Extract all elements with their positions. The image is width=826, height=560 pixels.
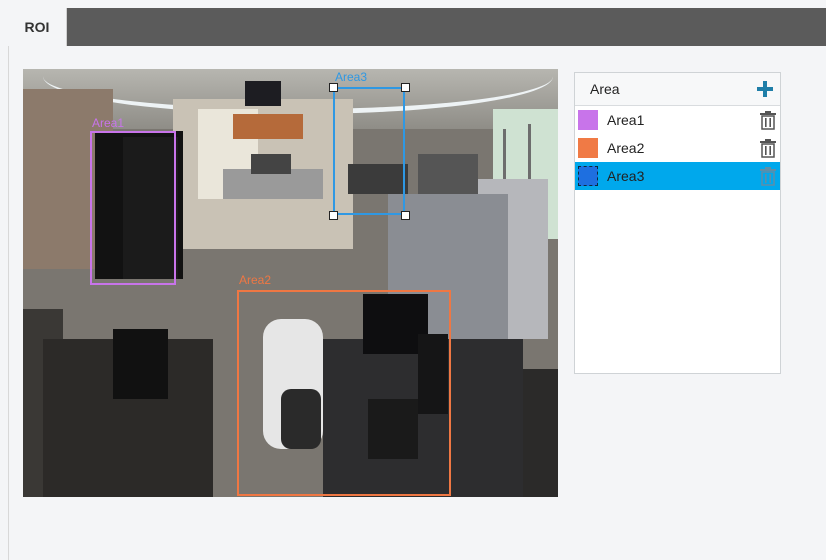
resize-handle-bottom-right[interactable] [401, 211, 410, 220]
content-border [8, 46, 9, 560]
area-list-panel: Area Area1 Area2 Area3 [574, 72, 781, 374]
plus-icon[interactable] [756, 80, 774, 98]
area-color-swatch [578, 166, 598, 186]
trash-icon[interactable] [759, 138, 777, 158]
roi-area1-label: Area1 [92, 116, 125, 130]
scene-monitor [113, 329, 168, 399]
scene-computer [251, 154, 291, 174]
roi-area3-label: Area3 [335, 70, 368, 84]
top-bar [8, 8, 826, 46]
area-list-item-label: Area2 [607, 140, 645, 156]
scene-desk [418, 154, 478, 194]
resize-handle-bottom-left[interactable] [329, 211, 338, 220]
roi-area2-box[interactable] [237, 290, 451, 496]
resize-handle-top-right[interactable] [401, 83, 410, 92]
roi-area1-box[interactable] [90, 131, 176, 285]
scene-monitor [245, 81, 281, 106]
roi-area3-box[interactable] [333, 87, 405, 215]
tab-roi[interactable]: ROI [8, 8, 67, 46]
video-preview[interactable]: Area1 Area2 Area3 [23, 69, 558, 497]
trash-icon[interactable] [759, 166, 777, 186]
area-list-header: Area [575, 73, 780, 106]
area-list-item-label: Area3 [607, 168, 645, 184]
area-list-item-selected[interactable]: Area3 [575, 162, 780, 190]
scene-desk [233, 114, 303, 139]
trash-icon[interactable] [759, 110, 777, 130]
roi-area2-label: Area2 [239, 273, 272, 287]
area-list-item[interactable]: Area1 [575, 106, 780, 134]
area-color-swatch [578, 110, 598, 130]
area-list-title: Area [590, 81, 620, 97]
resize-handle-top-left[interactable] [329, 83, 338, 92]
area-list-item-label: Area1 [607, 112, 645, 128]
area-color-swatch [578, 138, 598, 158]
area-list-item[interactable]: Area2 [575, 134, 780, 162]
